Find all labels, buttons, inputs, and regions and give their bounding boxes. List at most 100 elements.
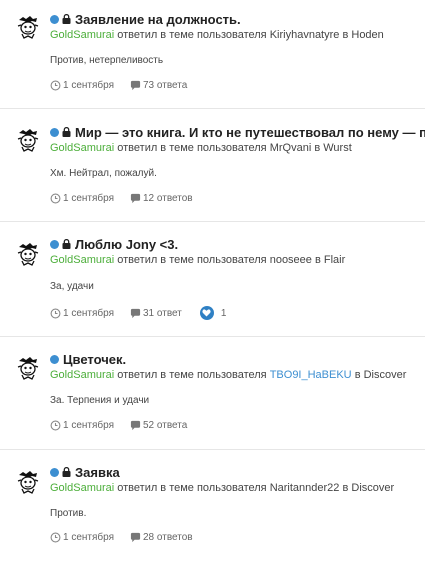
thread-owner-name[interactable]: MrQvani [270, 142, 312, 154]
activity-line: GoldSamurai ответил в теме пользователя … [50, 254, 425, 268]
in-text: в [314, 254, 321, 266]
in-text: в [314, 142, 321, 154]
lock-icon [62, 467, 71, 477]
post-meta: 1 сентября 28 ответов [50, 532, 193, 543]
thread-owner-name[interactable]: Naritannder22 [270, 482, 340, 494]
post-excerpt: За. Терпения и удачи [50, 395, 150, 406]
action-text: ответил в теме пользователя [117, 142, 267, 154]
activity-line: GoldSamurai ответил в теме пользователя … [50, 482, 425, 496]
replies-text: 52 ответа [143, 420, 188, 431]
post-excerpt: Против. [50, 508, 87, 519]
action-text: ответил в теме пользователя [117, 369, 267, 381]
username-link[interactable]: GoldSamurai [50, 254, 114, 266]
post-date[interactable]: 1 сентября [50, 532, 130, 543]
avatar[interactable] [14, 354, 42, 382]
forum-link[interactable]: Discover [364, 369, 407, 381]
clock-icon [50, 532, 61, 543]
title-row: Заявление на должность. [50, 11, 425, 27]
divider [0, 449, 425, 450]
post-meta: 1 сентября 31 ответ 1 [50, 306, 226, 320]
action-text: ответил в теме пользователя [117, 254, 267, 266]
clock-icon [50, 193, 61, 204]
replies-text: 12 ответов [143, 193, 193, 204]
forum-link[interactable]: Discover [351, 482, 394, 494]
title-row: Цветочек. [50, 351, 425, 367]
forum-link[interactable]: Wurst [323, 142, 352, 154]
date-text: 1 сентября [63, 307, 115, 319]
reply-count[interactable]: 28 ответов [130, 532, 193, 543]
thread-title[interactable]: Заявление на должность. [75, 12, 241, 27]
date-text: 1 сентября [63, 532, 115, 543]
like-count[interactable]: 1 [199, 306, 227, 320]
in-text: в [342, 29, 349, 41]
username-link[interactable]: GoldSamurai [50, 142, 114, 154]
unread-dot-icon [50, 467, 59, 477]
post-meta: 1 сентября 12 ответов [50, 193, 193, 204]
thread-title[interactable]: Заявка [75, 465, 120, 480]
reply-count[interactable]: 73 ответа [130, 80, 187, 91]
unread-dot-icon [50, 127, 59, 137]
clock-icon [50, 308, 61, 318]
divider [0, 221, 425, 222]
samurai-avatar-icon [17, 16, 39, 39]
username-link[interactable]: GoldSamurai [50, 482, 114, 494]
date-text: 1 сентября [63, 420, 115, 431]
post-meta: 1 сентября 73 ответа [50, 80, 187, 91]
thread-owner-name[interactable]: nooseee [270, 254, 312, 266]
title-row: Заявка [50, 464, 425, 480]
post-excerpt: За, удачи [50, 281, 94, 292]
post-date[interactable]: 1 сентября [50, 80, 130, 91]
avatar[interactable] [14, 468, 42, 496]
action-text: ответил в теме пользователя [117, 482, 267, 494]
forum-link[interactable]: Hoden [351, 29, 383, 41]
reply-count[interactable]: 12 ответов [130, 193, 193, 204]
thread-title[interactable]: Цветочек. [63, 352, 126, 367]
thread-title[interactable]: Мир — это книга. И кто не путешествовал … [75, 125, 425, 140]
post-excerpt: Против, нетерпеливость [50, 55, 164, 66]
comment-bubble-icon [130, 80, 141, 91]
replies-text: 31 ответ [143, 307, 182, 319]
comment-bubble-icon [130, 193, 141, 204]
title-row: Мир — это книга. И кто не путешествовал … [50, 124, 425, 140]
replies-text: 28 ответов [143, 532, 193, 543]
unread-dot-icon [50, 239, 59, 249]
samurai-avatar-icon [17, 471, 39, 494]
unread-dot-icon [50, 354, 59, 364]
samurai-avatar-icon [17, 357, 39, 380]
in-text: в [354, 369, 361, 381]
samurai-avatar-icon [17, 243, 39, 266]
username-link[interactable]: GoldSamurai [50, 29, 114, 41]
replies-text: 73 ответа [143, 80, 188, 91]
date-text: 1 сентября [63, 193, 115, 204]
post-date[interactable]: 1 сентября [50, 193, 130, 204]
action-text: ответил в теме пользователя [117, 29, 267, 41]
samurai-avatar-icon [17, 129, 39, 152]
post-meta: 1 сентября 52 ответа [50, 420, 187, 431]
date-text: 1 сентября [63, 80, 115, 91]
thread-owner-link[interactable]: TBO9I_HaBEKU [270, 369, 352, 381]
in-text: в [342, 482, 349, 494]
comment-bubble-icon [130, 532, 141, 543]
lock-icon [62, 127, 71, 137]
username-link[interactable]: GoldSamurai [50, 369, 114, 381]
forum-link[interactable]: Flair [324, 254, 345, 266]
likes-text: 1 [220, 307, 227, 319]
clock-icon [50, 80, 61, 91]
title-row: Люблю Jony <3. [50, 236, 425, 252]
divider [0, 108, 425, 109]
avatar[interactable] [14, 240, 42, 268]
avatar[interactable] [14, 13, 42, 41]
thread-title[interactable]: Люблю Jony <3. [75, 237, 178, 252]
avatar[interactable] [14, 126, 42, 154]
activity-line: GoldSamurai ответил в теме пользователя … [50, 369, 425, 383]
activity-line: GoldSamurai ответил в теме пользователя … [50, 142, 425, 156]
post-date[interactable]: 1 сентября [50, 420, 130, 431]
clock-icon [50, 420, 61, 431]
divider [0, 336, 425, 337]
reply-count[interactable]: 52 ответа [130, 420, 187, 431]
reply-count[interactable]: 31 ответ [130, 308, 182, 319]
heart-badge-icon [199, 306, 214, 320]
lock-icon [62, 239, 71, 249]
thread-owner-name[interactable]: Kiriyhavnatyre [270, 29, 340, 41]
post-date[interactable]: 1 сентября [50, 308, 130, 319]
